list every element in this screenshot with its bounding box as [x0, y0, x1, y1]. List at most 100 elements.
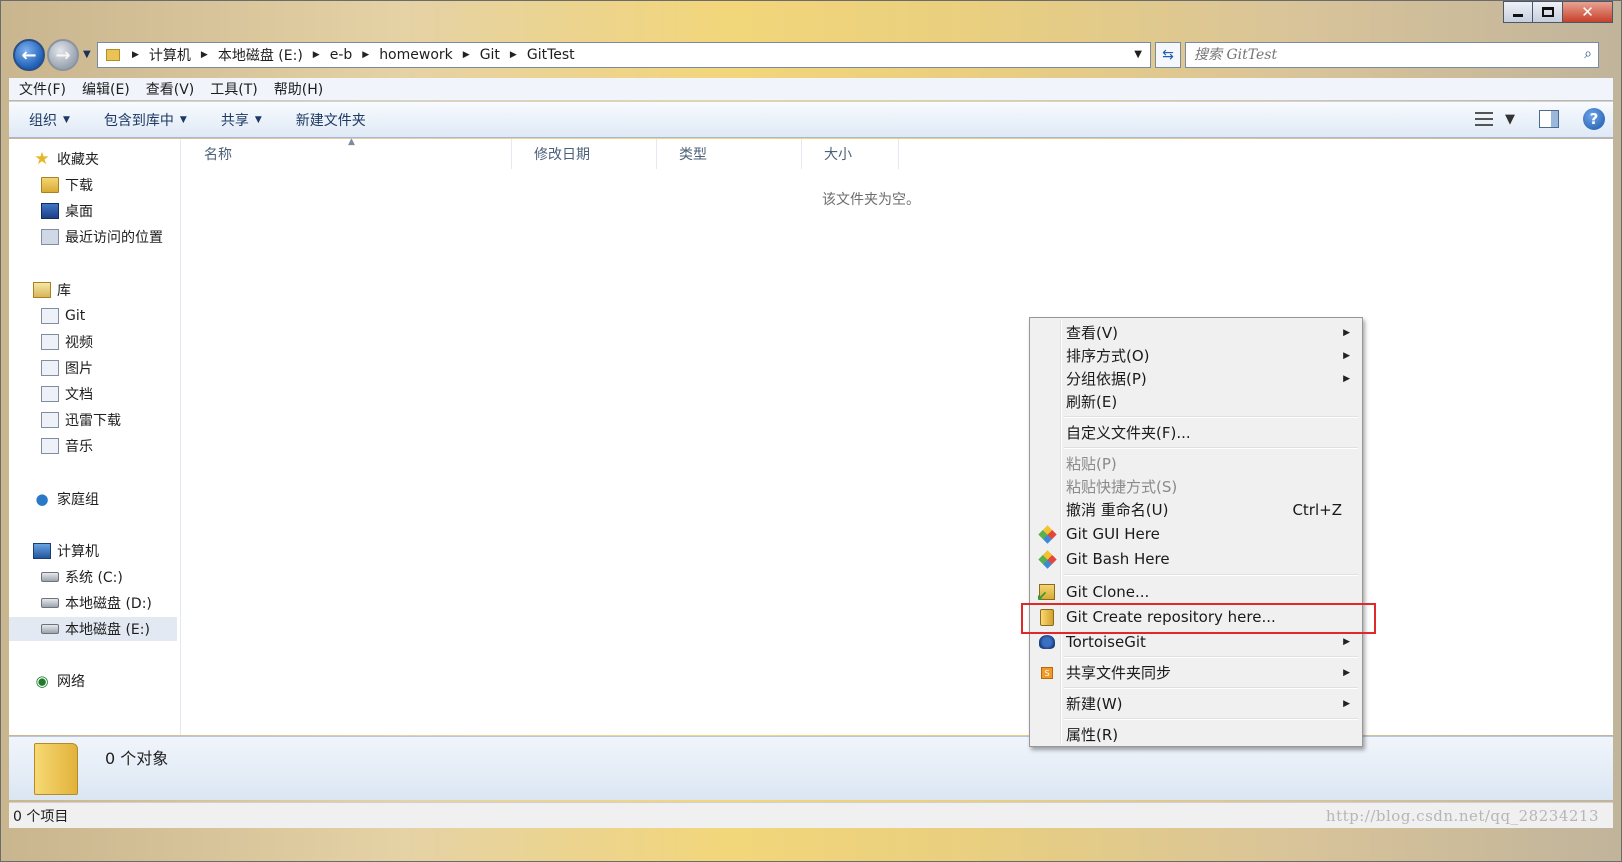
menu-item-label: 粘贴快捷方式(S): [1066, 478, 1178, 496]
menu-help[interactable]: 帮助(H): [274, 79, 323, 99]
share-button[interactable]: 共享 ▼: [221, 110, 262, 130]
chevron-right-icon[interactable]: ▶: [201, 50, 208, 60]
chevron-right-icon[interactable]: ▶: [510, 50, 517, 60]
sidebar-item-label: 桌面: [65, 204, 93, 220]
menu-item-view[interactable]: 查看(V) ▶: [1032, 321, 1360, 344]
recent-pages-dropdown[interactable]: ▼: [83, 49, 91, 60]
menu-item-properties[interactable]: 属性(R): [1032, 723, 1360, 746]
column-type[interactable]: 类型: [657, 139, 802, 169]
menu-item-shared-folder-sync[interactable]: S 共享文件夹同步 ▶: [1032, 661, 1360, 684]
sidebar-item-computer[interactable]: 计算机: [9, 539, 177, 563]
breadcrumb-git[interactable]: Git: [480, 47, 500, 63]
sidebar-item-lib-git[interactable]: Git: [9, 304, 177, 328]
sidebar-item-drive-c[interactable]: 系统 (C:): [9, 565, 177, 589]
refresh-button[interactable]: ⇆: [1155, 42, 1181, 68]
minimize-button[interactable]: [1503, 1, 1533, 23]
include-label: 包含到库中: [103, 112, 174, 129]
sidebar-item-label: 视频: [65, 335, 93, 351]
sidebar-item-recent-places[interactable]: 最近访问的位置: [9, 225, 177, 249]
chevron-down-icon: ▼: [254, 114, 262, 125]
column-size[interactable]: 大小: [802, 139, 899, 169]
sidebar-item-label: 本地磁盘 (E:): [65, 622, 150, 638]
sidebar-item-documents[interactable]: 文档: [9, 382, 177, 406]
tortoisegit-icon: [1038, 633, 1056, 651]
organize-button[interactable]: 组织 ▼: [29, 110, 70, 130]
object-count: 0 个对象: [105, 749, 169, 768]
sidebar-item-network[interactable]: ◉ 网络: [9, 669, 177, 693]
search-icon[interactable]: ⌕: [1584, 46, 1592, 62]
sidebar-item-label: 收藏夹: [57, 152, 99, 168]
sidebar-item-videos[interactable]: 视频: [9, 330, 177, 354]
git-icon: [1037, 549, 1057, 569]
menu-item-paste-shortcut[interactable]: 粘贴快捷方式(S): [1032, 475, 1360, 498]
breadcrumb-homework[interactable]: homework: [379, 47, 453, 63]
change-view-button[interactable]: ▼: [1475, 112, 1515, 127]
libraries-icon: [33, 282, 51, 298]
chevron-right-icon[interactable]: ▶: [463, 50, 470, 60]
menu-file[interactable]: 文件(F): [19, 79, 66, 99]
sync-icon: S: [1038, 664, 1056, 682]
highlight-box: [1021, 603, 1376, 634]
address-dropdown-icon[interactable]: ▼: [1134, 49, 1142, 60]
menu-item-refresh[interactable]: 刷新(E): [1032, 390, 1360, 413]
submenu-arrow-icon: ▶: [1343, 327, 1350, 338]
file-list[interactable]: ▲ 名称 修改日期 类型 大小 该文件夹为空。: [182, 137, 1613, 735]
preview-pane-icon[interactable]: [1539, 110, 1559, 128]
sidebar-item-label: 音乐: [65, 439, 93, 455]
forward-button[interactable]: →: [47, 39, 79, 71]
sidebar-item-favorites[interactable]: ★ 收藏夹: [9, 147, 177, 171]
menu-item-new[interactable]: 新建(W) ▶: [1032, 692, 1360, 715]
sidebar-item-homegroup[interactable]: ● 家庭组: [9, 487, 177, 511]
include-in-library-button[interactable]: 包含到库中 ▼: [104, 110, 187, 130]
column-date-modified[interactable]: 修改日期: [512, 139, 657, 169]
item-count: 0 个项目: [13, 808, 69, 825]
chevron-right-icon[interactable]: ▶: [132, 50, 139, 60]
chevron-down-icon: ▼: [1505, 111, 1515, 127]
drive-icon: [41, 572, 59, 582]
sidebar-item-downloads[interactable]: 下载: [9, 173, 177, 197]
sidebar-item-thunder-downloads[interactable]: 迅雷下载: [9, 408, 177, 432]
menu-item-git-bash[interactable]: Git Bash Here: [1032, 547, 1360, 570]
breadcrumb-e-b[interactable]: e-b: [330, 47, 353, 63]
address-bar[interactable]: ▶ 计算机 ▶ 本地磁盘 (E:) ▶ e-b ▶ homework ▶ Git…: [97, 42, 1151, 68]
menu-edit[interactable]: 编辑(E): [82, 79, 130, 99]
menu-item-label: 属性(R): [1066, 726, 1119, 744]
command-bar: 组织 ▼ 包含到库中 ▼ 共享 ▼ 新建文件夹 ▼ ?: [9, 101, 1613, 138]
sidebar-item-libraries[interactable]: 库: [9, 278, 177, 302]
menu-item-undo-rename[interactable]: 撤消 重命名(U) Ctrl+Z: [1032, 498, 1360, 521]
menu-item-paste[interactable]: 粘贴(P): [1032, 452, 1360, 475]
sidebar-item-label: 本地磁盘 (D:): [65, 596, 152, 612]
maximize-button[interactable]: [1533, 1, 1563, 23]
search-input[interactable]: [1194, 47, 1568, 63]
breadcrumb-computer[interactable]: 计算机: [149, 45, 191, 65]
network-icon: ◉: [35, 672, 49, 690]
menu-item-sort-by[interactable]: 排序方式(O) ▶: [1032, 344, 1360, 367]
refresh-icon: ⇆: [1162, 47, 1174, 63]
git-clone-icon: [1036, 583, 1056, 605]
navigation-pane: ★ 收藏夹 下载 桌面 最近访问的位置 库 Git 视频 图片 文档 迅雷下载 音…: [9, 139, 181, 735]
search-box[interactable]: ⌕: [1185, 42, 1599, 68]
new-folder-button[interactable]: 新建文件夹: [296, 110, 366, 130]
back-arrow-icon: ←: [21, 44, 37, 66]
sidebar-item-music[interactable]: 音乐: [9, 434, 177, 458]
menu-tools[interactable]: 工具(T): [210, 79, 257, 99]
column-name[interactable]: 名称: [182, 139, 512, 169]
help-icon[interactable]: ?: [1583, 108, 1605, 130]
breadcrumb-gittest[interactable]: GitTest: [527, 47, 575, 63]
sidebar-item-drive-e[interactable]: 本地磁盘 (E:): [9, 617, 177, 641]
sidebar-item-pictures[interactable]: 图片: [9, 356, 177, 380]
sidebar-item-desktop[interactable]: 桌面: [9, 199, 177, 223]
breadcrumb-drive-e[interactable]: 本地磁盘 (E:): [218, 45, 303, 65]
menu-view[interactable]: 查看(V): [146, 79, 195, 99]
back-button[interactable]: ←: [13, 39, 45, 71]
menu-item-git-clone[interactable]: Git Clone...: [1032, 580, 1360, 606]
close-icon: ✕: [1581, 3, 1594, 21]
chevron-right-icon[interactable]: ▶: [362, 50, 369, 60]
menu-item-customize-folder[interactable]: 自定义文件夹(F)...: [1032, 421, 1360, 444]
chevron-right-icon[interactable]: ▶: [313, 50, 320, 60]
sidebar-item-drive-d[interactable]: 本地磁盘 (D:): [9, 591, 177, 615]
close-button[interactable]: ✕: [1563, 1, 1613, 23]
menu-item-group-by[interactable]: 分组依据(P) ▶: [1032, 367, 1360, 390]
menu-item-git-gui[interactable]: Git GUI Here: [1032, 522, 1360, 545]
column-headers: 名称 修改日期 类型 大小: [182, 139, 899, 169]
